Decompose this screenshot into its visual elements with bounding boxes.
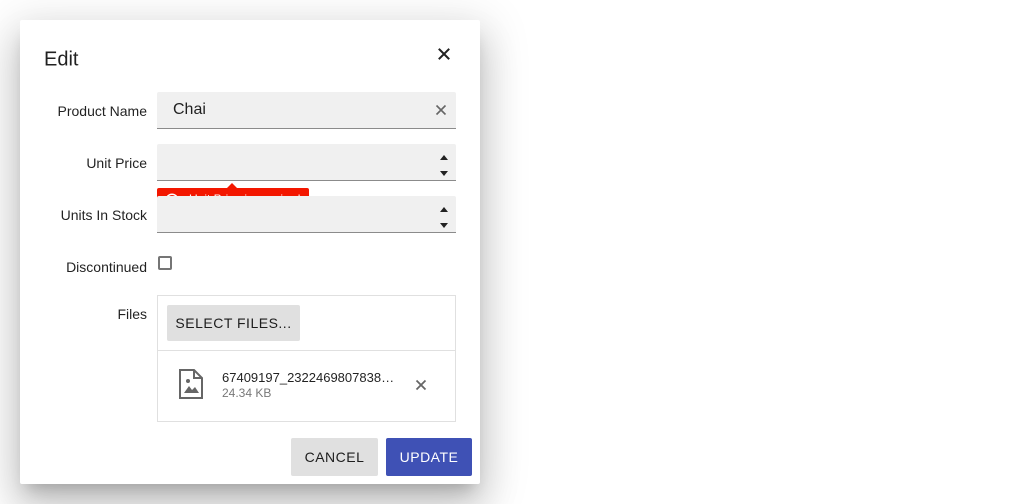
image-file-icon	[177, 368, 205, 400]
product-name-input[interactable]: Chai	[157, 92, 456, 129]
units-in-stock-label: Units In Stock	[60, 207, 147, 223]
decrease-arrow-icon[interactable]	[438, 218, 450, 228]
increase-arrow-icon[interactable]	[438, 149, 450, 160]
product-name-value: Chai	[173, 101, 206, 118]
units-in-stock-input[interactable]	[157, 196, 456, 233]
select-files-button[interactable]: SELECT FILES...	[167, 305, 300, 341]
increase-arrow-icon[interactable]	[438, 201, 450, 212]
discontinued-label: Discontinued	[66, 259, 147, 275]
close-icon[interactable]	[432, 42, 456, 66]
edit-dialog: Edit Product Name Chai Unit Price Units …	[20, 20, 480, 484]
product-name-label: Product Name	[57, 103, 147, 119]
unit-price-label: Unit Price	[86, 155, 147, 171]
unit-price-input[interactable]	[157, 144, 456, 181]
clear-icon[interactable]	[434, 103, 448, 117]
remove-icon[interactable]	[414, 378, 428, 392]
file-size: 24.34 KB	[222, 386, 272, 400]
file-name: 67409197_2322469807838025_12345678901234…	[222, 370, 400, 385]
discontinued-checkbox[interactable]	[158, 256, 172, 270]
decrease-arrow-icon[interactable]	[438, 166, 450, 176]
cancel-button[interactable]: CANCEL	[291, 438, 378, 476]
update-button[interactable]: UPDATE	[386, 438, 472, 476]
tooltip-callout	[227, 183, 237, 188]
dialog-title: Edit	[44, 48, 79, 71]
file-upload: SELECT FILES... 67409197_232246980783802…	[157, 295, 456, 422]
divider	[158, 350, 455, 351]
files-label: Files	[117, 306, 147, 322]
